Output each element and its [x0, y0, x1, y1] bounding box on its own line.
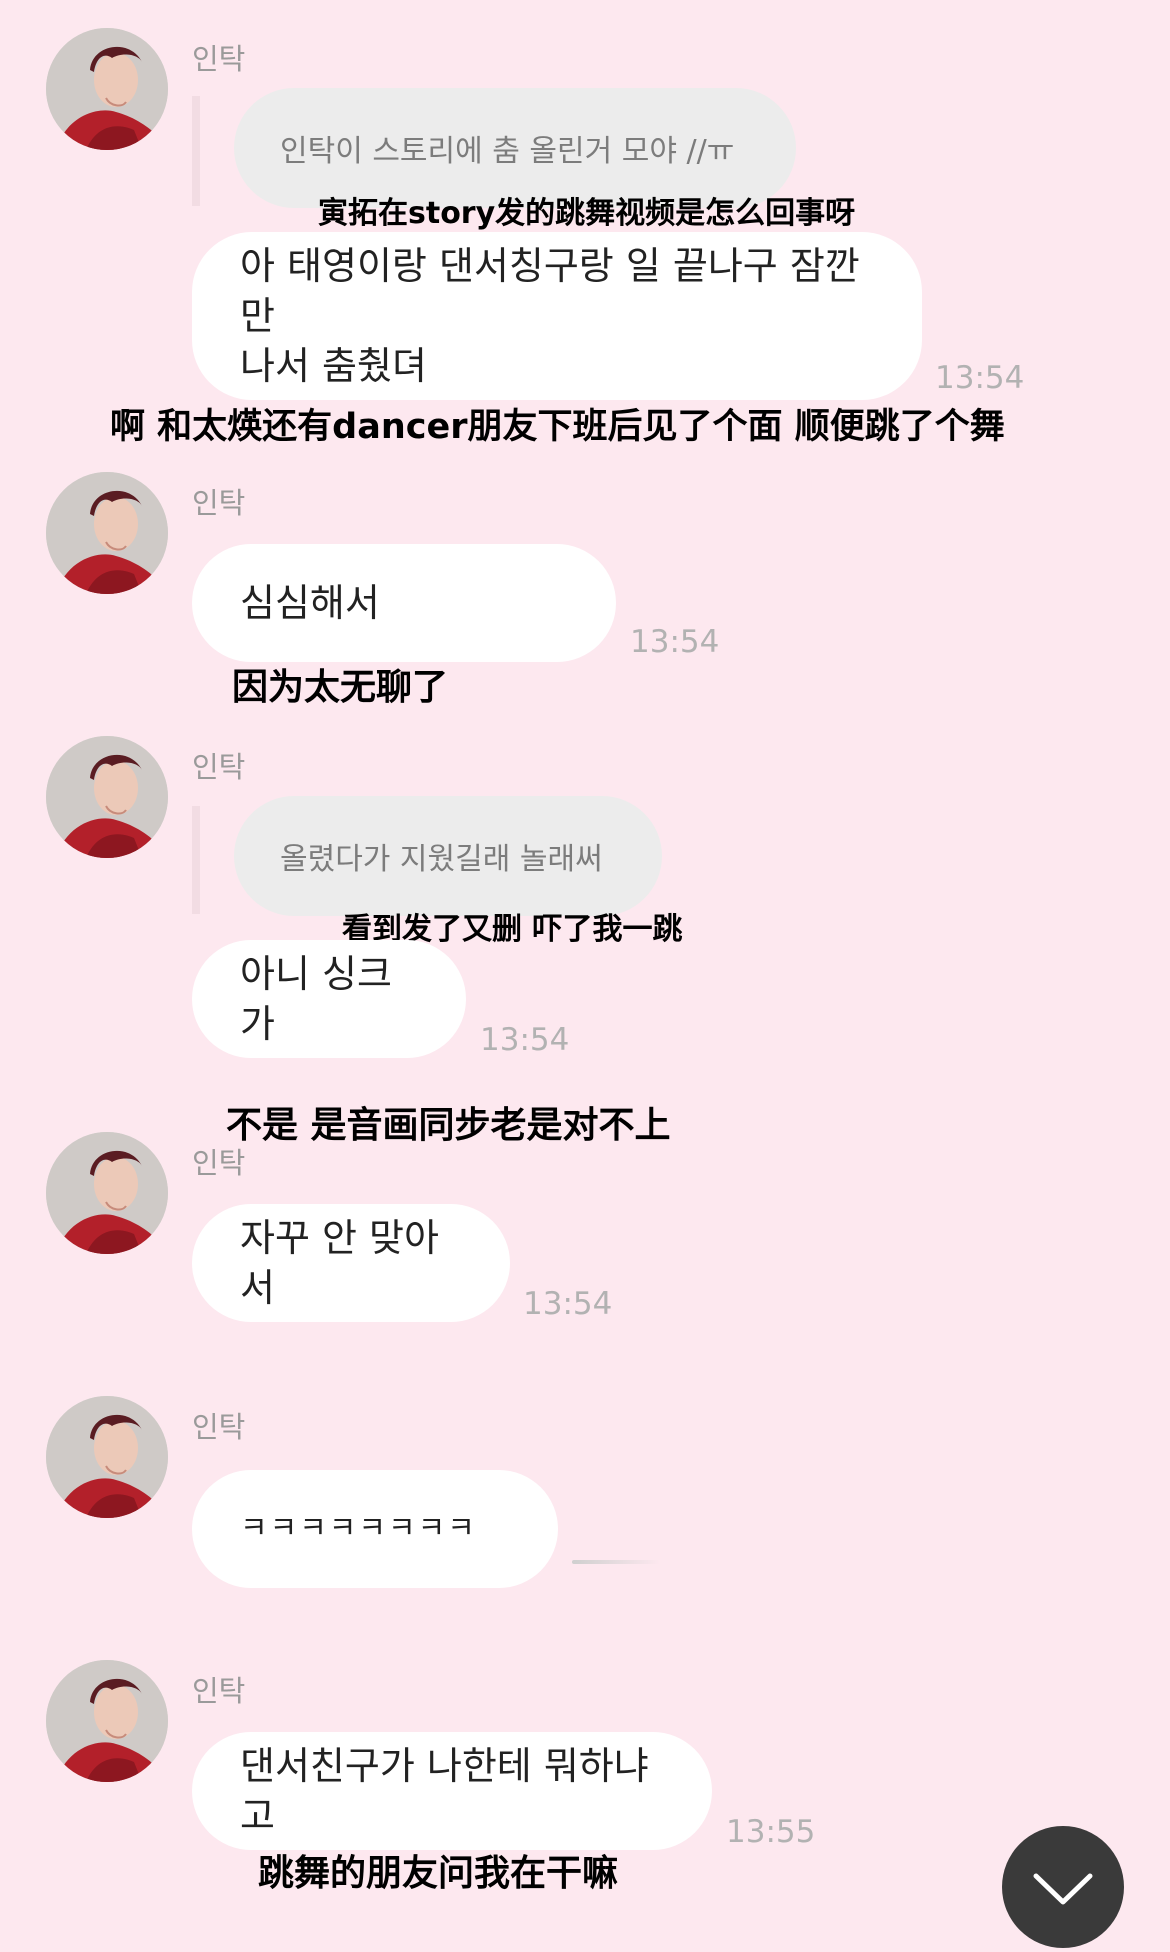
sender-name: 인탁 — [192, 486, 246, 520]
sender-name: 인탁 — [192, 750, 246, 784]
scroll-down-button[interactable] — [1002, 1826, 1124, 1948]
timestamp: 13:54 — [630, 624, 720, 660]
avatar[interactable] — [46, 28, 168, 150]
translation-caption: 跳舞的朋友问我在干嘛 — [258, 1853, 619, 1894]
quote-translation: 寅拓在story发的跳舞视频是怎么回事呀 — [318, 196, 856, 231]
avatar-image — [46, 472, 168, 594]
quote-bar — [192, 806, 200, 914]
timestamp: 13:54 — [523, 1286, 613, 1322]
quote-bar — [192, 96, 200, 206]
chevron-down-icon — [1033, 1873, 1093, 1905]
avatar-image — [46, 736, 168, 858]
message-bubble[interactable]: ㅋㅋㅋㅋㅋㅋㅋㅋ — [192, 1470, 558, 1588]
message-text: 댄서친구가 나한테 뭐하냐고 — [240, 1744, 649, 1838]
sender-name: 인탁 — [192, 1146, 246, 1180]
message-bubble[interactable]: 심심해서 — [192, 544, 616, 662]
translation-caption: 因为太无聊了 — [232, 667, 449, 708]
timestamp: 13:54 — [480, 1022, 570, 1058]
translation-caption: 啊 和太煐还有dancer朋友下班后见了个面 顺便跳了个舞 — [110, 407, 1005, 447]
avatar[interactable] — [46, 736, 168, 858]
timestamp: 13:55 — [726, 1814, 816, 1850]
message-bubble[interactable]: 아 태영이랑 댄서칭구랑 일 끝나구 잠깐 만 나서 춤췄뎌 — [192, 232, 922, 400]
quoted-message[interactable]: 올렸다가 지웠길래 놀래써 — [234, 796, 662, 916]
sending-indicator — [572, 1560, 660, 1564]
message-bubble[interactable]: 자꾸 안 맞아서 — [192, 1204, 510, 1322]
message-text: 자꾸 안 맞아서 — [240, 1216, 439, 1310]
sender-name: 인탁 — [192, 1410, 246, 1444]
avatar-image — [46, 1132, 168, 1254]
message-bubble[interactable]: 아니 싱크가 — [192, 940, 466, 1058]
avatar-image — [46, 1396, 168, 1518]
avatar[interactable] — [46, 1132, 168, 1254]
message-text: 아니 싱크가 — [240, 952, 392, 1046]
message-text: 심심해서 — [240, 581, 380, 625]
message-text: ㅋㅋㅋㅋㅋㅋㅋㅋ — [240, 1511, 477, 1546]
translation-caption: 不是 是音画同步老是对不上 — [226, 1105, 671, 1146]
sender-name: 인탁 — [192, 42, 246, 76]
timestamp: 13:54 — [935, 360, 1025, 396]
message-text: 아 태영이랑 댄서칭구랑 일 끝나구 잠깐 만 나서 춤췄뎌 — [240, 244, 860, 388]
avatar[interactable] — [46, 1396, 168, 1518]
avatar[interactable] — [46, 472, 168, 594]
avatar-image — [46, 28, 168, 150]
avatar[interactable] — [46, 1660, 168, 1782]
message-bubble[interactable]: 댄서친구가 나한테 뭐하냐고 — [192, 1732, 712, 1850]
avatar-image — [46, 1660, 168, 1782]
sender-name: 인탁 — [192, 1674, 246, 1708]
